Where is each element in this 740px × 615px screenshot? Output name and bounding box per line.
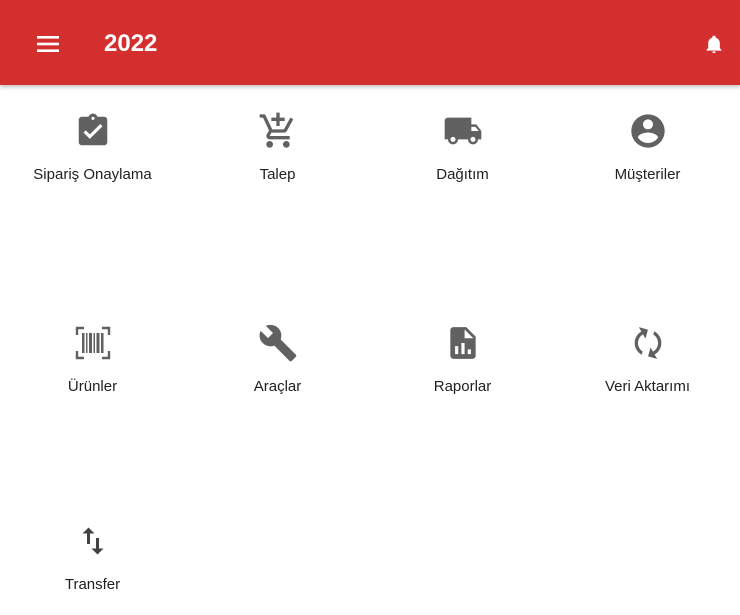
notifications-button[interactable] — [694, 24, 734, 64]
menu-item-label: Talep — [259, 166, 296, 183]
cart-plus-icon — [258, 111, 298, 151]
menu-item-label: Müşteriler — [614, 166, 681, 183]
account-circle-icon — [628, 111, 668, 151]
menu-item-siparis-onaylama[interactable]: Sipariş Onaylama — [0, 85, 185, 205]
menu-button[interactable] — [26, 24, 70, 64]
hamburger-menu-icon — [37, 36, 59, 52]
file-chart-icon — [443, 323, 483, 363]
app-title: 2022 — [104, 30, 158, 57]
barcode-scan-icon — [73, 323, 113, 363]
app-bar: 2022 — [0, 0, 740, 85]
menu-item-label: Dağıtım — [436, 166, 489, 183]
swap-vertical-icon — [73, 521, 113, 561]
wrench-icon — [258, 323, 298, 363]
menu-item-musteriler[interactable]: Müşteriler — [555, 85, 740, 205]
menu-item-dagitim[interactable]: Dağıtım — [370, 85, 555, 205]
truck-icon — [443, 111, 483, 151]
menu-item-raporlar[interactable]: Raporlar — [370, 297, 555, 417]
menu-item-urunler[interactable]: Ürünler — [0, 297, 185, 417]
menu-item-talep[interactable]: Talep — [185, 85, 370, 205]
menu-item-transfer[interactable]: Transfer — [0, 495, 185, 615]
clipboard-check-icon — [73, 111, 113, 151]
menu-item-label: Raporlar — [433, 378, 492, 395]
sync-icon — [628, 323, 668, 363]
menu-item-label: Ürünler — [67, 378, 118, 395]
menu-item-veri-aktarimi[interactable]: Veri Aktarımı — [555, 297, 740, 417]
menu-item-label: Transfer — [64, 576, 121, 593]
menu-item-label: Veri Aktarımı — [604, 378, 691, 395]
menu-item-araclar[interactable]: Araçlar — [185, 297, 370, 417]
menu-item-label: Araçlar — [253, 378, 302, 395]
menu-item-label: Sipariş Onaylama — [33, 166, 152, 183]
bell-icon — [704, 32, 724, 56]
